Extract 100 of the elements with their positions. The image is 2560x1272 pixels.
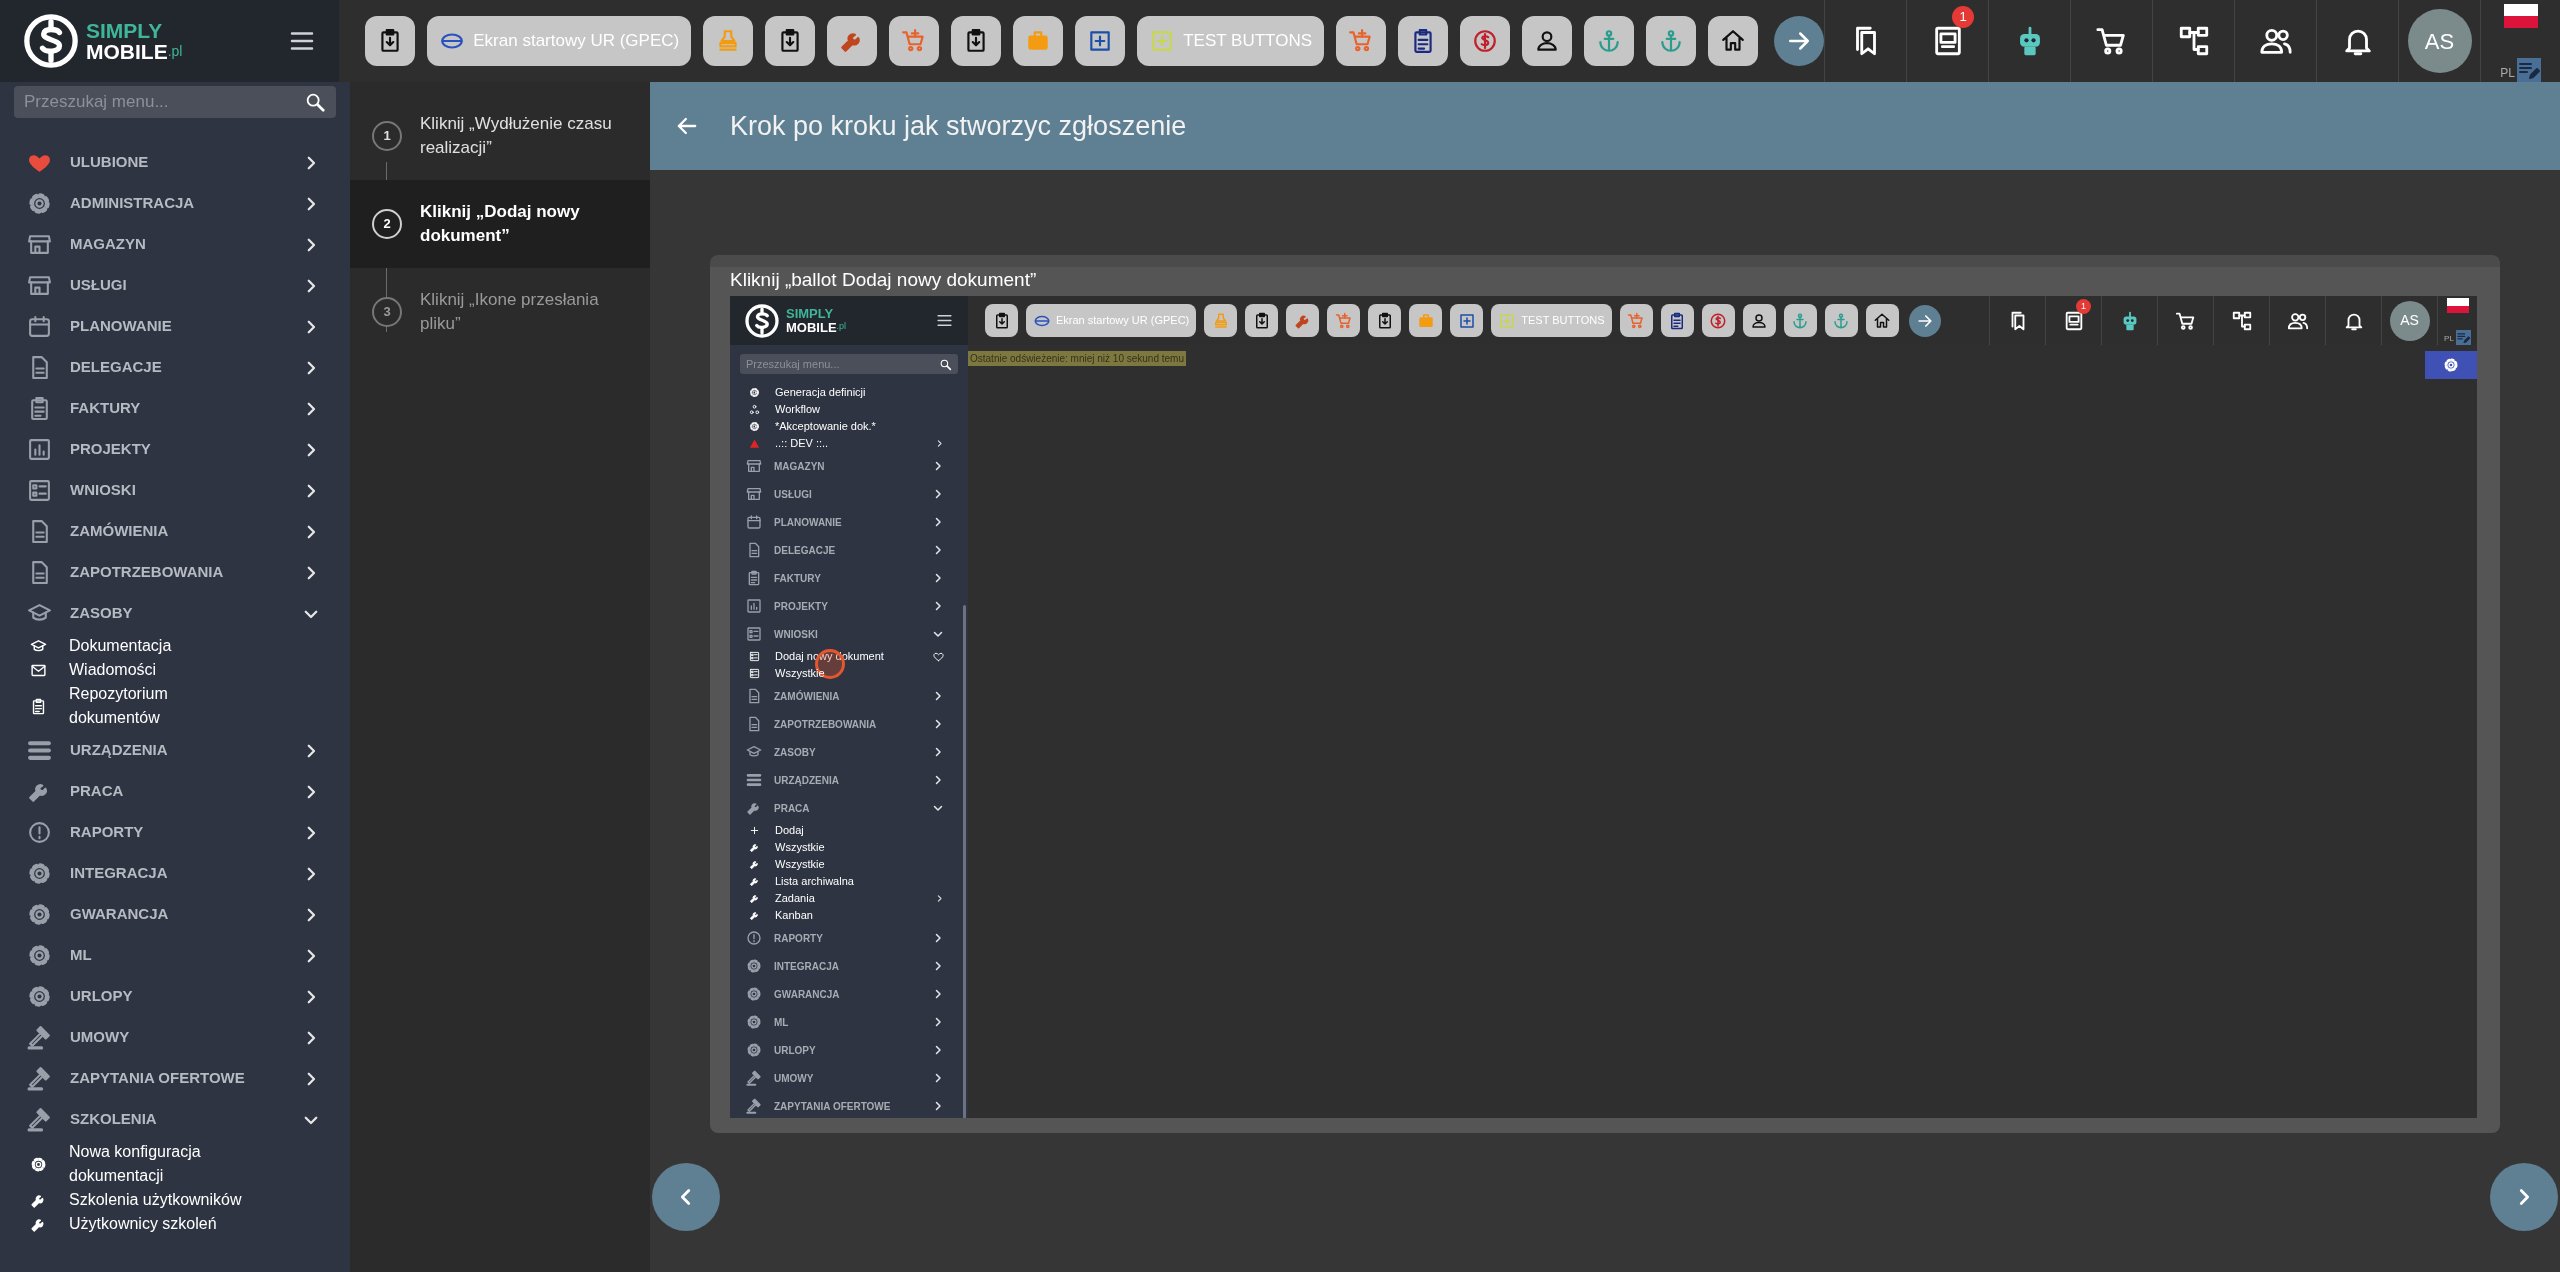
toolbar-button[interactable] [985, 304, 1018, 337]
menu-item[interactable]: PLANOWANIE [0, 306, 350, 347]
menu-item[interactable]: ML [730, 1008, 968, 1036]
user-avatar[interactable]: AS [2407, 9, 2472, 73]
toolbar-button[interactable] [765, 16, 816, 66]
menu-item[interactable]: PLANOWANIE [730, 508, 968, 536]
toolbar-button[interactable] [1460, 16, 1510, 66]
flag-icon[interactable] [2446, 298, 2469, 313]
toolbar-button[interactable] [1204, 304, 1238, 337]
toolbar-button[interactable] [1646, 16, 1696, 66]
menu-item[interactable]: ULUBIONE [0, 142, 350, 183]
submenu-item[interactable]: Kanban [730, 907, 968, 924]
toolbar-button[interactable] [365, 16, 416, 66]
menu-item[interactable]: GWARANCJA [730, 980, 968, 1008]
submenu-item[interactable]: Nowa konfiguracja dokumentacji [0, 1140, 350, 1188]
toolbar-button[interactable] [1865, 304, 1899, 337]
menu-item[interactable]: PROJEKTY [0, 429, 350, 470]
menu-item[interactable]: ZAPOTRZEBOWANIA [0, 552, 350, 593]
menu-item[interactable]: ZASOBY [730, 738, 968, 766]
toolbar-button[interactable] [1286, 304, 1320, 337]
menu-item[interactable]: URZĄDZENIA [0, 730, 350, 771]
toolbar-button[interactable] [827, 16, 878, 66]
toolbar-button[interactable] [1824, 304, 1858, 337]
menu-item[interactable]: WNIOSKI [0, 470, 350, 511]
submenu-item[interactable]: Dodaj [730, 822, 968, 839]
menu-item[interactable]: GWARANCJA [0, 894, 350, 935]
menu-item[interactable]: URLOPY [0, 976, 350, 1017]
step-item[interactable]: 1 Kliknij „Wydłużenie czasu realizacji” [350, 92, 650, 180]
menu-item[interactable]: URLOPY [730, 1036, 968, 1064]
toolbar-button[interactable] [1409, 304, 1443, 337]
menu-item[interactable]: UMOWY [0, 1017, 350, 1058]
forward-button[interactable] [1774, 16, 1824, 66]
menu-item[interactable]: USŁUGI [730, 480, 968, 508]
menu-item[interactable]: MAGAZYN [0, 224, 350, 265]
search-field[interactable]: Przeszukaj menu... [740, 354, 958, 374]
menu-item[interactable]: WNIOSKI [730, 620, 968, 648]
menu-item[interactable]: RAPORTY [730, 924, 968, 952]
toolbar-button[interactable] [1075, 16, 1126, 66]
submenu-item[interactable]: Dokumentacja [0, 634, 350, 658]
user-avatar[interactable]: AS [2389, 300, 2430, 341]
header-button[interactable]: 1 [2045, 296, 2101, 345]
toolbar-button[interactable] [1783, 304, 1817, 337]
menu-item[interactable]: ZAMÓWIENIA [0, 511, 350, 552]
toolbar-button[interactable] [1245, 304, 1279, 337]
menu-item[interactable]: INTEGRACJA [730, 952, 968, 980]
menu-item[interactable]: INTEGRACJA [0, 853, 350, 894]
scrollbar[interactable] [963, 605, 966, 1118]
submenu-item[interactable]: ..:: DEV ::.. [730, 435, 968, 452]
toolbar-button[interactable] [1701, 304, 1735, 337]
submenu-item[interactable]: *Akceptowanie dok.* [730, 418, 968, 435]
menu-item[interactable]: USŁUGI [0, 265, 350, 306]
toolbar-button[interactable] [1708, 16, 1758, 66]
toolbar-button[interactable] [1450, 304, 1484, 337]
edit-icon[interactable] [2455, 330, 2471, 345]
menu-item[interactable]: ZAPYTANIA OFERTOWE [0, 1058, 350, 1099]
header-button[interactable]: 1 [1906, 0, 1988, 82]
menu-item[interactable]: ZAPOTRZEBOWANIA [730, 710, 968, 738]
toolbar-button[interactable] [1368, 304, 1402, 337]
toolbar-button[interactable] [1619, 304, 1653, 337]
search-field[interactable]: Przeszukaj menu... [14, 86, 336, 118]
menu-item[interactable]: FAKTURY [0, 388, 350, 429]
submenu-item[interactable]: Lista archiwalna [730, 873, 968, 890]
submenu-item[interactable]: Użytkownicy szkoleń [0, 1212, 350, 1236]
menu-item[interactable]: PRACA [0, 771, 350, 812]
settings-button[interactable] [2425, 351, 2477, 379]
toolbar-button[interactable] [1584, 16, 1634, 66]
menu-item[interactable]: ZASOBY [0, 593, 350, 634]
menu-item[interactable]: ZAPYTANIA OFERTOWE [730, 1092, 968, 1118]
menu-item[interactable]: RAPORTY [0, 812, 350, 853]
menu-item[interactable]: URZĄDZENIA [730, 766, 968, 794]
submenu-item[interactable]: Generacja definicji [730, 384, 968, 401]
toolbar-button[interactable] [1398, 16, 1448, 66]
forward-button[interactable] [1908, 304, 1941, 337]
submenu-item[interactable]: Wiadomości [0, 658, 350, 682]
menu-item[interactable]: ADMINISTRACJA [0, 183, 350, 224]
toolbar-button[interactable] [1013, 16, 1064, 66]
menu-item[interactable]: ML [0, 935, 350, 976]
menu-item[interactable]: MAGAZYN [730, 452, 968, 480]
toolbar-button[interactable] [703, 16, 754, 66]
submenu-item[interactable]: Wszystkie [730, 856, 968, 873]
menu-item[interactable]: ZAMÓWIENIA [730, 682, 968, 710]
submenu-item[interactable]: Zadania [730, 890, 968, 907]
toolbar-button[interactable] [1660, 304, 1694, 337]
heart-icon[interactable] [933, 651, 944, 662]
toolbar-button[interactable] [1336, 16, 1386, 66]
step-item[interactable]: 2 Kliknij „Dodaj nowy dokument” [350, 180, 650, 268]
submenu-item[interactable]: Repozytorium dokumentów [0, 682, 350, 730]
menu-item[interactable]: FAKTURY [730, 564, 968, 592]
menu-item[interactable]: SZKOLENIA [0, 1099, 350, 1140]
step-item[interactable]: 3 Kliknij „Ikone przesłania pliku” [350, 268, 650, 356]
toolbar-button[interactable] [951, 16, 1002, 66]
submenu-item[interactable]: Szkolenia użytkowników [0, 1188, 350, 1212]
menu-item[interactable]: DELEGACJE [0, 347, 350, 388]
menu-item[interactable]: DELEGACJE [730, 536, 968, 564]
toolbar-button[interactable] [1522, 16, 1572, 66]
submenu-item[interactable]: Wszystkie [730, 839, 968, 856]
menu-item[interactable]: PRACA [730, 794, 968, 822]
menu-item[interactable]: UMOWY [730, 1064, 968, 1092]
toolbar-button[interactable] [1327, 304, 1361, 337]
menu-item[interactable]: PROJEKTY [730, 592, 968, 620]
